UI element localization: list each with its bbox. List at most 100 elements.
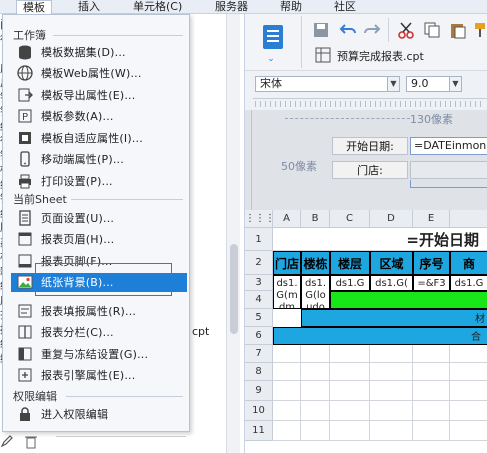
redo-icon[interactable] bbox=[363, 22, 381, 38]
start-date-input[interactable]: =DATEinmon bbox=[410, 137, 487, 155]
menu-item-sheet-0[interactable]: 页面设置(U)... bbox=[11, 208, 187, 227]
empty-cell[interactable] bbox=[450, 421, 487, 441]
empty-cell[interactable] bbox=[273, 363, 301, 381]
empty-cell[interactable] bbox=[413, 363, 450, 381]
empty-cell[interactable] bbox=[273, 381, 301, 401]
menu-item-workbook-2[interactable]: 模板导出属性(E)... bbox=[11, 85, 187, 104]
row-header[interactable]: 11 bbox=[245, 421, 273, 441]
menu-item-permission-0[interactable]: 进入权限编辑 bbox=[11, 404, 187, 423]
left-scrollbar[interactable] bbox=[226, 14, 240, 453]
data-cell[interactable]: =&F3 bbox=[413, 275, 450, 291]
menu-item-workbook-4[interactable]: 模板自适应属性(I)... bbox=[11, 128, 187, 147]
menu-item-workbook-3[interactable]: P 模板参数(A)... bbox=[11, 107, 187, 126]
header-cell[interactable]: 楼栋 bbox=[301, 251, 330, 275]
undo-icon[interactable] bbox=[339, 22, 357, 38]
row-header[interactable]: 2 bbox=[245, 251, 273, 275]
cyan-total-cell[interactable]: 合 bbox=[273, 327, 487, 345]
report-title-cell[interactable]: =开始日期 bbox=[273, 228, 487, 251]
column-header[interactable]: D bbox=[370, 210, 413, 228]
empty-cell[interactable] bbox=[413, 401, 450, 421]
column-header[interactable]: B bbox=[301, 210, 330, 228]
empty-cell[interactable] bbox=[370, 401, 413, 421]
empty-cell[interactable] bbox=[273, 421, 301, 441]
delete-icon[interactable] bbox=[24, 434, 38, 450]
row-header[interactable]: 9 bbox=[245, 381, 273, 401]
menu-item-workbook-5[interactable]: 移动端属性(P)... bbox=[11, 150, 187, 169]
empty-cell[interactable] bbox=[301, 381, 330, 401]
empty-cell[interactable] bbox=[330, 345, 370, 363]
empty-cell[interactable] bbox=[301, 345, 330, 363]
cyan-subtotal-cell[interactable]: 材 bbox=[301, 309, 487, 327]
empty-cell[interactable] bbox=[450, 345, 487, 363]
empty-cell[interactable] bbox=[450, 363, 487, 381]
empty-cell[interactable] bbox=[330, 401, 370, 421]
green-summary-cell[interactable] bbox=[330, 291, 487, 309]
menu-community[interactable]: 社区 bbox=[334, 0, 356, 14]
empty-cell[interactable] bbox=[413, 381, 450, 401]
row-header[interactable]: 10 bbox=[245, 401, 273, 421]
copy-icon[interactable] bbox=[423, 21, 441, 39]
empty-cell[interactable] bbox=[301, 363, 330, 381]
row-header[interactable]: 5 bbox=[245, 309, 273, 327]
empty-cell[interactable] bbox=[330, 381, 370, 401]
expand-arrow-icon[interactable]: ⌄ bbox=[257, 54, 285, 68]
menu-item-sheet-4[interactable]: 报表填报属性(R)... bbox=[11, 301, 187, 320]
save-icon[interactable] bbox=[313, 22, 329, 38]
column-header[interactable] bbox=[450, 210, 487, 228]
edit-icon[interactable] bbox=[0, 434, 14, 448]
menu-item-sheet-1[interactable]: 报表页眉(H)... bbox=[11, 230, 187, 249]
empty-cell[interactable] bbox=[413, 421, 450, 441]
menu-help[interactable]: 帮助 bbox=[280, 0, 302, 14]
template-icon[interactable] bbox=[262, 24, 284, 50]
menu-insert[interactable]: 插入 bbox=[78, 0, 100, 14]
empty-cell[interactable] bbox=[330, 421, 370, 441]
empty-cell[interactable] bbox=[330, 363, 370, 381]
store-input[interactable] bbox=[410, 161, 487, 179]
header-cell[interactable]: 序号 bbox=[413, 251, 450, 275]
data-cell[interactable]: ds1.G(loucen) bbox=[330, 275, 370, 291]
row-header[interactable]: 6 bbox=[245, 327, 273, 345]
row-header[interactable]: 8 bbox=[245, 363, 273, 381]
menu-server[interactable]: 服务器 bbox=[215, 0, 248, 14]
empty-cell[interactable] bbox=[370, 363, 413, 381]
menu-cell[interactable]: 单元格(C) bbox=[133, 0, 182, 14]
file-tab-title[interactable]: 预算完成报表.cpt bbox=[337, 48, 424, 64]
menu-template[interactable]: 模板 bbox=[16, 0, 52, 15]
paste-icon[interactable] bbox=[449, 21, 467, 39]
header-cell[interactable]: 楼层 bbox=[330, 251, 370, 275]
menu-item-sheet-6[interactable]: 重复与冻结设置(G)... bbox=[11, 344, 187, 363]
cut-icon[interactable] bbox=[397, 21, 415, 39]
row-header[interactable]: 4 bbox=[245, 291, 273, 309]
data-cell[interactable]: ds1.G(mdmc) bbox=[273, 275, 301, 309]
empty-cell[interactable] bbox=[450, 401, 487, 421]
data-cell[interactable]: ds1.G(loudong) bbox=[301, 275, 330, 309]
empty-cell[interactable] bbox=[301, 401, 330, 421]
format-painter-icon[interactable] bbox=[473, 21, 487, 39]
row-header[interactable]: 7 bbox=[245, 345, 273, 363]
data-cell[interactable]: ds1.G( bbox=[450, 275, 487, 291]
header-cell[interactable]: 门店 bbox=[273, 251, 301, 275]
row-header[interactable]: 1 bbox=[245, 228, 273, 251]
empty-cell[interactable] bbox=[370, 421, 413, 441]
menu-item-sheet-5[interactable]: 报表分栏(C)... bbox=[11, 323, 187, 342]
empty-cell[interactable] bbox=[370, 345, 413, 363]
font-family-select[interactable]: 宋体 ▼ bbox=[255, 76, 400, 92]
header-cell[interactable]: 区域 bbox=[370, 251, 413, 275]
empty-cell[interactable] bbox=[413, 345, 450, 363]
empty-cell[interactable] bbox=[370, 381, 413, 401]
empty-cell[interactable] bbox=[301, 421, 330, 441]
menu-item-sheet-7[interactable]: 报表引擎属性(E)... bbox=[11, 366, 187, 385]
font-size-select[interactable]: 9.0 ▼ bbox=[406, 76, 462, 92]
menu-item-workbook-6[interactable]: 打印设置(P)... bbox=[11, 171, 187, 190]
empty-cell[interactable] bbox=[273, 345, 301, 363]
data-cell[interactable]: ds1.G( bbox=[370, 275, 413, 291]
empty-cell[interactable] bbox=[450, 381, 487, 401]
header-cell[interactable]: 商 bbox=[450, 251, 487, 275]
grid-corner[interactable]: ⋮⋮⋮ bbox=[245, 210, 275, 228]
menu-item-workbook-1[interactable]: 模板Web属性(W)... bbox=[11, 64, 187, 83]
row-header[interactable]: 3 bbox=[245, 275, 273, 291]
column-header[interactable]: E bbox=[413, 210, 450, 228]
column-header[interactable]: A bbox=[273, 210, 301, 228]
menu-item-workbook-0[interactable]: 模板数据集(D)... bbox=[11, 42, 187, 61]
empty-cell[interactable] bbox=[273, 401, 301, 421]
